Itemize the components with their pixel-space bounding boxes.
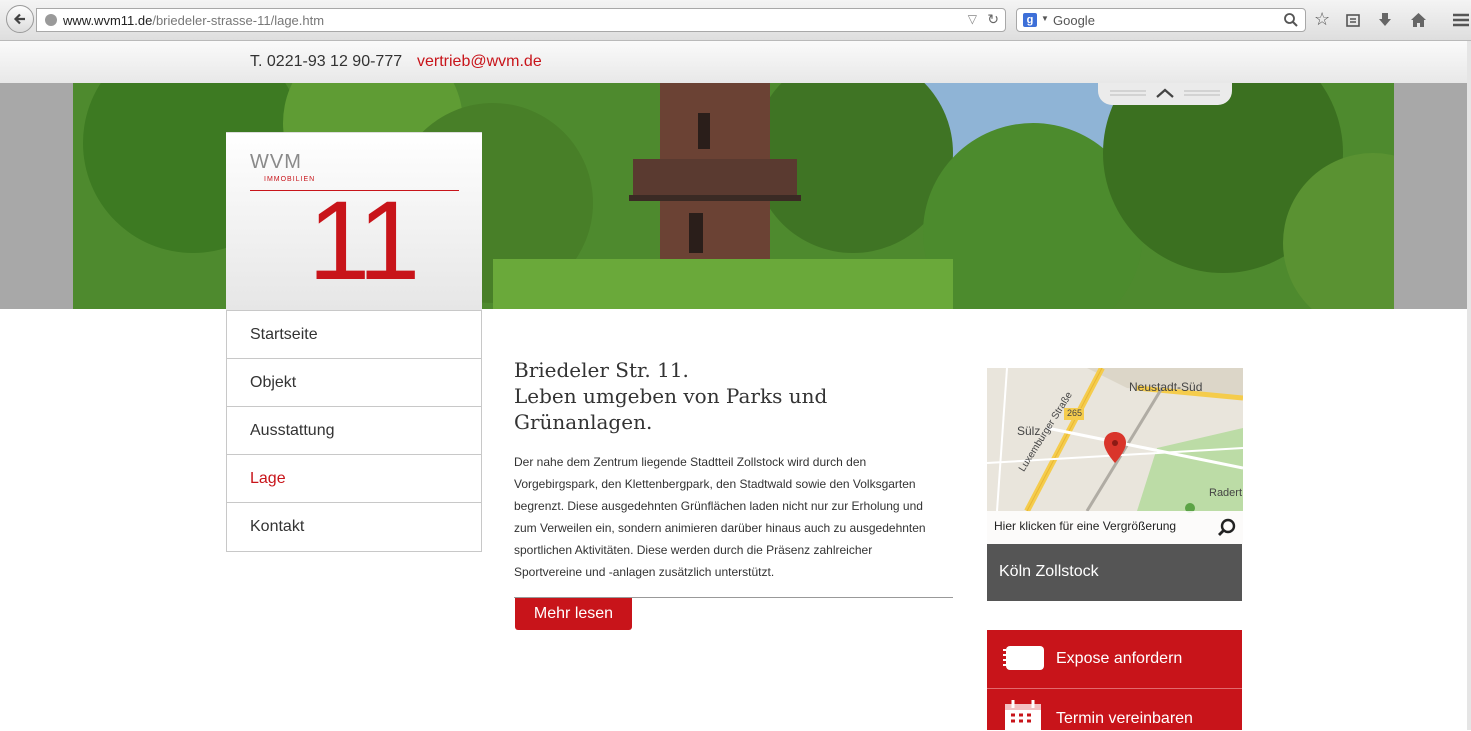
title-line: Briedeler Str. 11. bbox=[514, 358, 689, 382]
expose-label: Expose anfordern bbox=[1056, 650, 1183, 667]
location-text: Köln Zollstock bbox=[999, 563, 1099, 580]
chevron-up-icon bbox=[1110, 88, 1220, 98]
collapse-header-button[interactable] bbox=[1098, 83, 1232, 105]
location-label: Köln Zollstock bbox=[987, 544, 1242, 601]
menu-icon[interactable] bbox=[1452, 12, 1470, 28]
browser-toolbar: www.wvm11.de/briedeler-strasse-11/lage.h… bbox=[0, 0, 1471, 41]
nav-item-startseite[interactable]: Startseite bbox=[227, 311, 481, 359]
text-line: Sportvereine und -anlagen zusätzlich unt… bbox=[514, 565, 775, 579]
page-title: Briedeler Str. 11. Leben umgeben von Par… bbox=[514, 357, 914, 435]
globe-icon bbox=[45, 14, 57, 26]
document-icon bbox=[1003, 646, 1044, 670]
star-icon[interactable]: ☆ bbox=[1314, 9, 1330, 29]
map-thumbnail[interactable]: Neustadt-Süd Sülz 265 Luxemburger Straße… bbox=[987, 368, 1243, 544]
text-line: sportlichen Aktivitäten. Diese werden du… bbox=[514, 543, 873, 557]
nav-item-kontakt[interactable]: Kontakt bbox=[227, 503, 481, 551]
title-line: Grünanlagen. bbox=[514, 410, 653, 434]
magnifier-icon bbox=[1218, 518, 1236, 536]
intro-text: Der nahe dem Zentrum liegende Stadtteil … bbox=[514, 451, 954, 583]
search-placeholder: Google bbox=[1053, 13, 1095, 28]
nav-item-lage[interactable]: Lage bbox=[227, 455, 481, 503]
expose-request-button[interactable]: Expose anfordern bbox=[987, 630, 1242, 688]
map-label-road: 265 bbox=[1067, 408, 1083, 418]
logo-card[interactable]: WVM IMMOBILIEN 11 bbox=[226, 132, 482, 310]
map-label-radert: Radert bbox=[1209, 487, 1243, 499]
contact-bar: T. 0221-93 12 90-777 vertrieb@wvm.de bbox=[0, 41, 1471, 83]
chevron-down-icon[interactable]: ▼ bbox=[1041, 14, 1049, 23]
reading-list-icon[interactable] bbox=[1345, 12, 1361, 28]
url-text: www.wvm11.de/briedeler-strasse-11/lage.h… bbox=[63, 13, 325, 28]
address-bar[interactable]: www.wvm11.de/briedeler-strasse-11/lage.h… bbox=[36, 8, 1006, 32]
nav-item-objekt[interactable]: Objekt bbox=[227, 359, 481, 407]
search-bar[interactable]: g ▼ Google bbox=[1016, 8, 1306, 32]
email-link[interactable]: vertrieb@wvm.de bbox=[417, 53, 542, 71]
main-navigation: Startseite Objekt Ausstattung Lage Konta… bbox=[226, 310, 482, 552]
dropdown-arrow-icon[interactable]: ▽ bbox=[968, 12, 977, 26]
appointment-button[interactable]: Termin vereinbaren bbox=[987, 689, 1242, 731]
reload-icon[interactable]: ↻ bbox=[987, 11, 999, 28]
search-icon[interactable] bbox=[1283, 12, 1299, 28]
appointment-label: Termin vereinbaren bbox=[1056, 710, 1193, 727]
download-icon[interactable] bbox=[1377, 12, 1393, 28]
hero-banner bbox=[0, 83, 1471, 309]
text-line: zum Verweilen ein, sondern animieren dar… bbox=[514, 521, 926, 535]
text-line: Vorgebirgspark, den Klettenbergpark, den… bbox=[514, 477, 916, 491]
nav-item-ausstattung[interactable]: Ausstattung bbox=[227, 407, 481, 455]
title-line: Leben umgeben von Parks und bbox=[514, 384, 828, 408]
map-caption-text: Hier klicken für eine Vergrößerung bbox=[994, 519, 1177, 533]
back-button[interactable] bbox=[6, 5, 34, 33]
home-icon[interactable] bbox=[1410, 12, 1427, 28]
phone-number: T. 0221-93 12 90-777 bbox=[250, 53, 403, 70]
text-line: begrenzt. Diese ausgedehnten Grünflächen… bbox=[514, 499, 923, 513]
calendar-icon bbox=[1005, 700, 1041, 731]
map-label-neustadt: Neustadt-Süd bbox=[1129, 380, 1203, 394]
logo-number: 11 bbox=[308, 178, 420, 303]
google-icon[interactable]: g bbox=[1023, 13, 1037, 27]
arrow-left-icon bbox=[13, 13, 25, 25]
scrollbar[interactable] bbox=[1467, 41, 1471, 730]
text-line: Der nahe dem Zentrum liegende Stadtteil … bbox=[514, 455, 867, 469]
map-caption[interactable]: Hier klicken für eine Vergrößerung bbox=[987, 511, 1243, 544]
logo-brand: WVM bbox=[250, 151, 302, 173]
read-more-button[interactable]: Mehr lesen bbox=[515, 598, 632, 630]
